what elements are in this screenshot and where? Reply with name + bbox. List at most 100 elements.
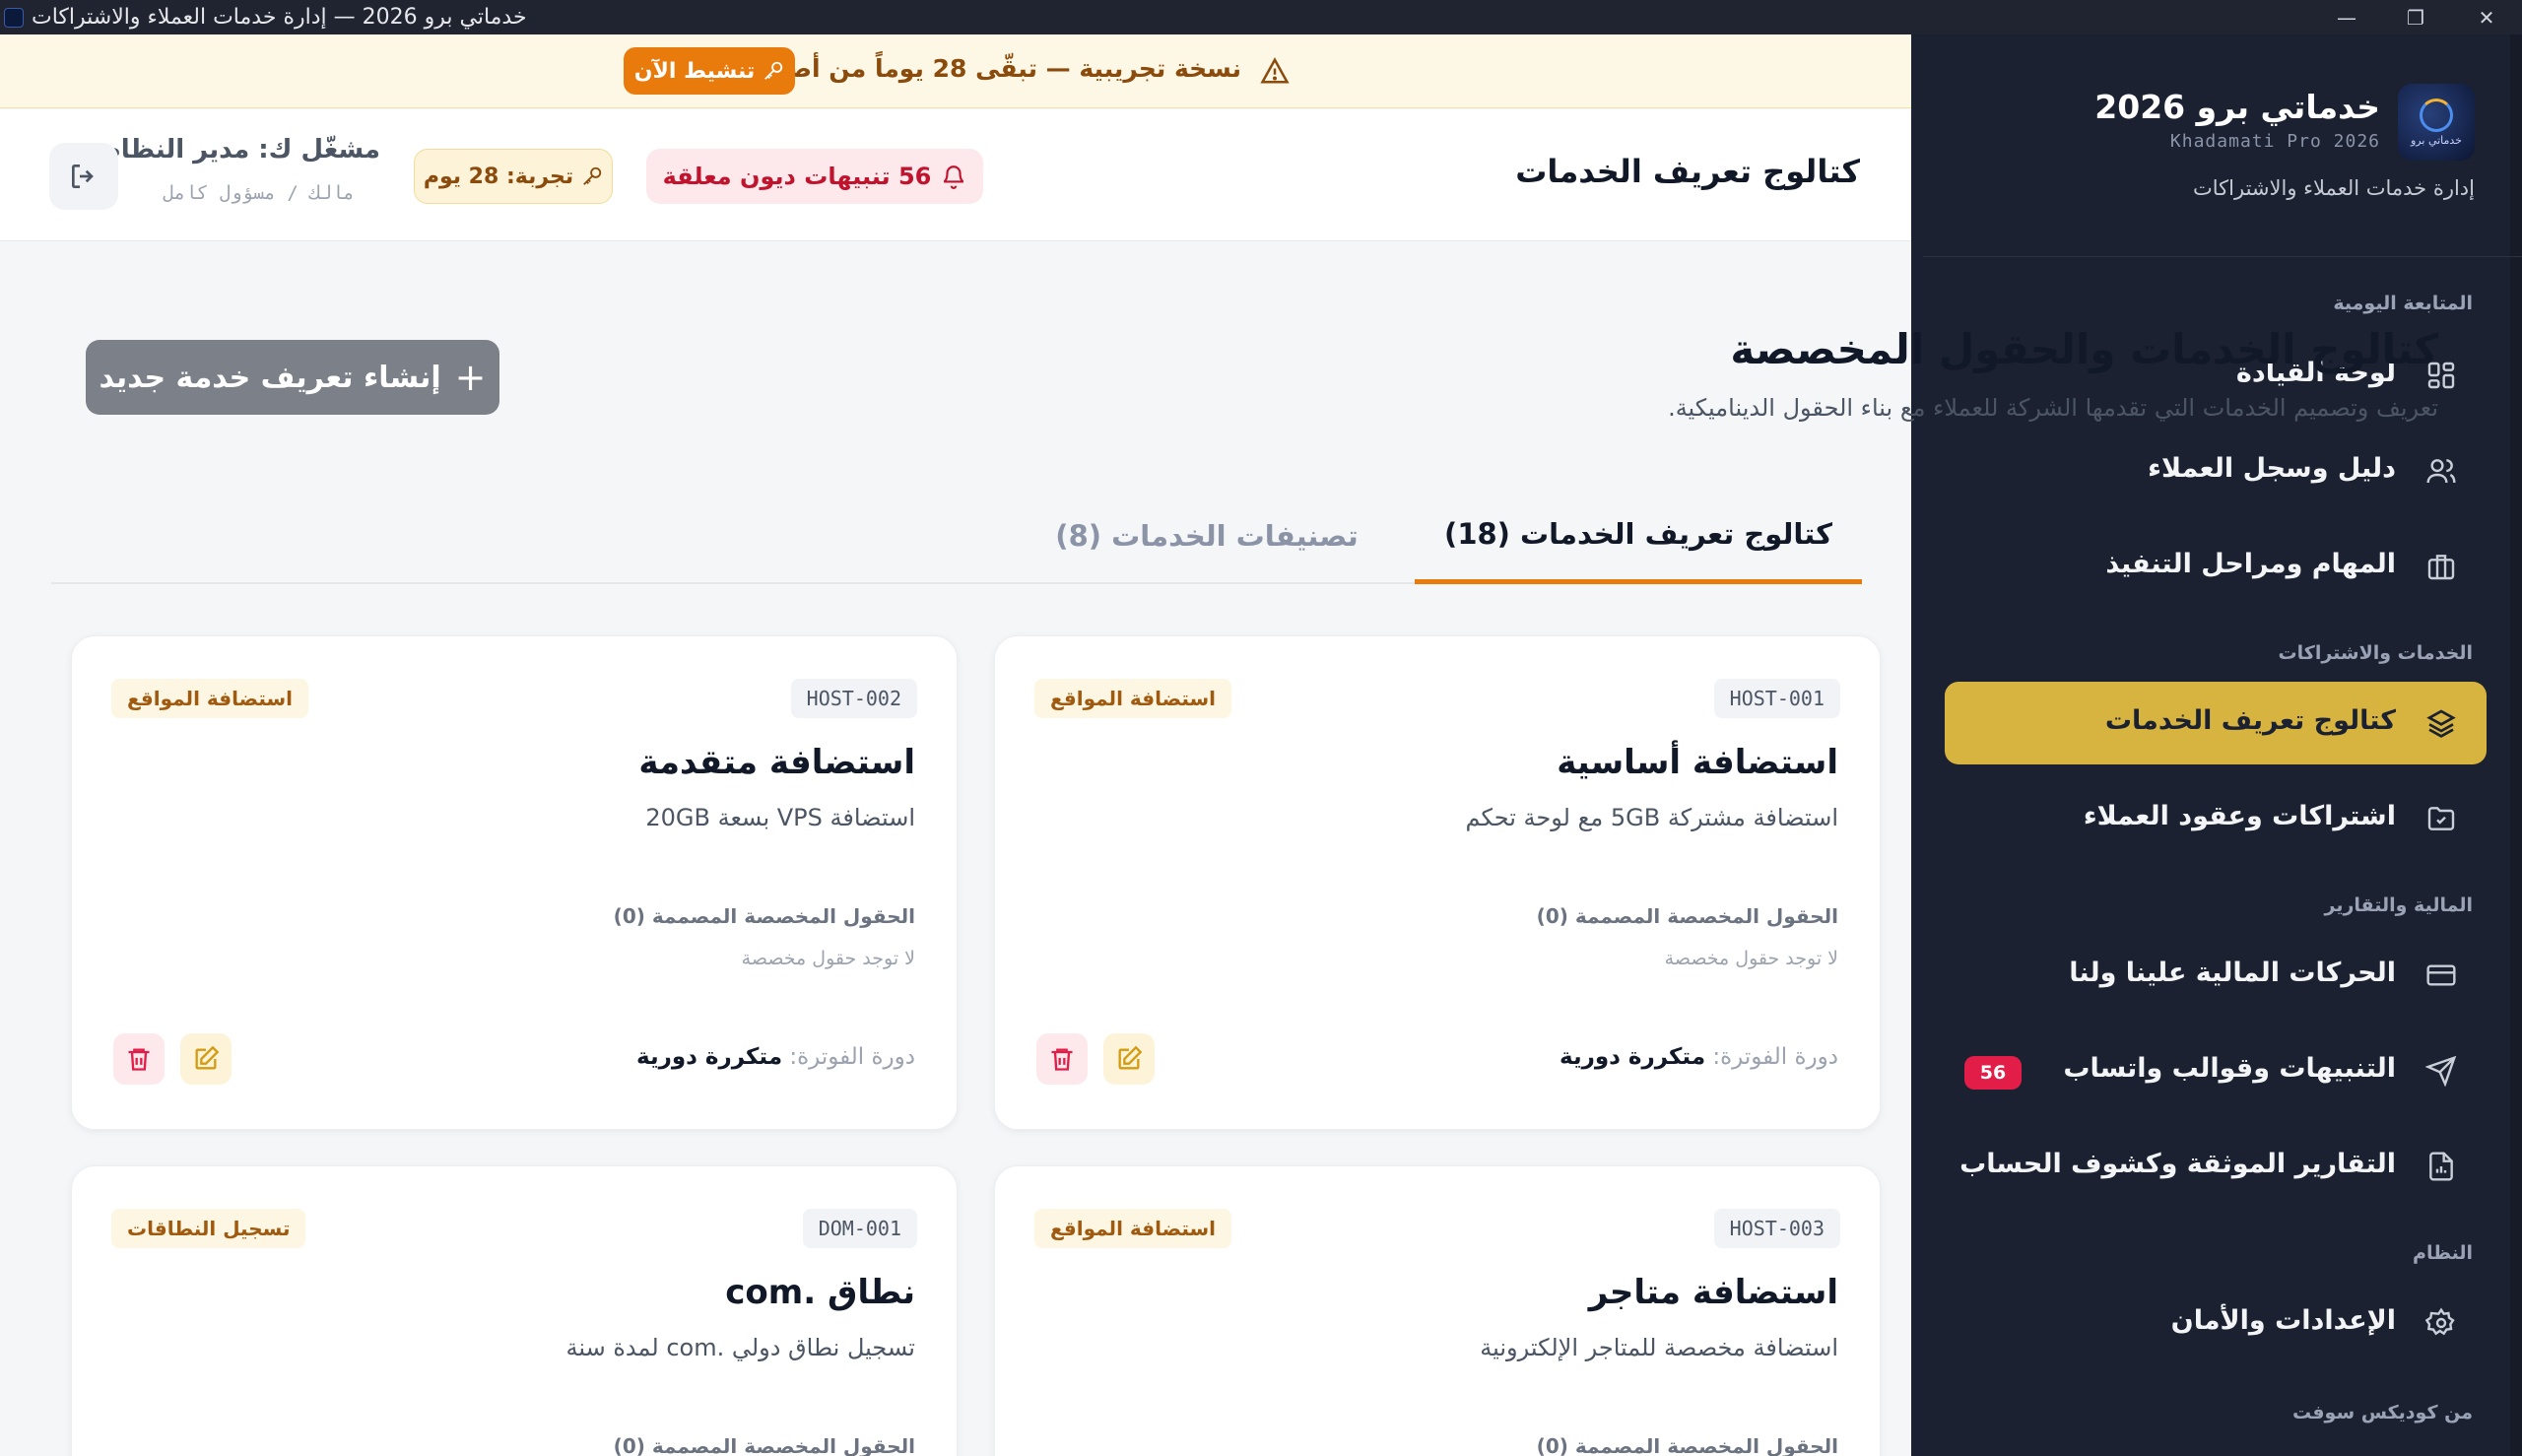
custom-fields-title: الحقول المخصصة المصممة (0)	[613, 904, 915, 928]
sidebar-item-reports[interactable]: التقارير الموثقة وكشوف الحساب	[1945, 1125, 2487, 1208]
service-category-badge: استضافة المواقع	[1034, 679, 1232, 718]
service-card: HOST-001 استضافة المواقع استضافة أساسية …	[994, 635, 1881, 1130]
delete-service-button[interactable]	[113, 1033, 165, 1085]
users-icon	[2426, 459, 2456, 484]
user-name: مشغّل ك: مدير النظام	[101, 135, 380, 165]
trial-banner: نسخة تجريبية — تبقّى 28 يوماً من أصل 30 …	[0, 34, 1911, 108]
service-code: HOST-001	[1713, 679, 1840, 718]
service-card: DOM-001 تسجيل النطاقات نطاق .com تسجيل ن…	[71, 1165, 958, 1456]
sidebar-scrollbar[interactable]	[2510, 34, 2522, 1456]
trial-message: نسخة تجريبية — تبقّى 28 يوماً من أصل 30	[723, 54, 1241, 83]
section-title-system: النظام	[2413, 1242, 2473, 1264]
sidebar-item-tasks[interactable]: المهام ومراحل التنفيذ	[1945, 525, 2487, 608]
maximize-button[interactable]: ❐	[2382, 0, 2449, 34]
window-title-bar: خدماتي برو 2026 — إدارة خدمات العملاء وا…	[0, 0, 2522, 34]
create-service-label: إنشاء تعريف خدمة جديد	[99, 360, 441, 395]
gear-icon	[2425, 1307, 2455, 1336]
sidebar-item-subscriptions[interactable]: اشتراكات وعقود العملاء	[1945, 777, 2487, 860]
brand-logo: خدماتي برو	[2398, 84, 2475, 161]
sidebar-item-alerts[interactable]: التنبيهات وقوالب واتساب 56	[1945, 1029, 2487, 1112]
edit-service-button[interactable]	[180, 1033, 232, 1085]
sidebar-item-transactions[interactable]: الحركات المالية علينا ولنا	[1945, 934, 2487, 1017]
service-description: تسجيل نطاق دولي .com لمدة سنة	[565, 1334, 915, 1361]
sidebar-item-label: الإعدادات والأمان	[2170, 1305, 2396, 1336]
window-title: خدماتي برو 2026 — إدارة خدمات العملاء وا…	[32, 5, 527, 30]
sidebar: خدماتي برو خدماتي برو 2026 Khadamati Pro…	[1911, 34, 2522, 1456]
service-category-badge: استضافة المواقع	[1034, 1209, 1232, 1248]
service-description: استضافة مخصصة للمتاجر الإلكترونية	[1480, 1334, 1838, 1361]
minimize-button[interactable]: —	[2313, 0, 2380, 34]
sidebar-item-service-catalog[interactable]: كتالوج تعريف الخدمات	[1945, 682, 2487, 764]
brand-latin-name: Khadamati Pro 2026	[2169, 131, 2380, 152]
trash-icon	[128, 1048, 150, 1071]
brand: خدماتي برو خدماتي برو 2026 Khadamati Pro…	[1943, 84, 2475, 202]
sidebar-item-customers[interactable]: دليل وسجل العملاء	[1945, 430, 2487, 512]
sidebar-item-label: كتالوج تعريف الخدمات	[2104, 705, 2396, 736]
billing-cycle: دورة الفوترة: متكررة دورية	[1560, 1044, 1838, 1070]
create-service-button[interactable]: + إنشاء تعريف خدمة جديد	[86, 340, 499, 415]
report-icon	[2429, 1152, 2453, 1181]
catalog-tabs: كتالوج تعريف الخدمات (18) تصنيفات الخدما…	[51, 488, 1862, 584]
service-description: استضافة VPS بسعة 20GB	[645, 804, 915, 831]
service-code: HOST-003	[1713, 1209, 1840, 1248]
brand-subtitle: إدارة خدمات العملاء والاشتراكات	[2193, 176, 2475, 200]
edit-icon	[195, 1045, 220, 1070]
service-code: HOST-002	[790, 679, 917, 718]
service-name: نطاق .com	[725, 1273, 915, 1312]
sidebar-item-label: اشتراكات وعقود العملاء	[2083, 801, 2396, 831]
plus-icon: +	[454, 356, 487, 399]
section-title-services: الخدمات والاشتراكات	[2278, 642, 2473, 664]
activate-button[interactable]: تنشيط الآن	[624, 47, 795, 95]
sidebar-item-label: الحركات المالية علينا ولنا	[2069, 958, 2396, 988]
debt-alerts-label: 56 تنبيهات ديون معلقة	[662, 163, 932, 190]
billing-cycle-key: دورة الفوترة:	[1712, 1044, 1838, 1070]
user-role: مالك / مسؤول كامل	[163, 182, 355, 204]
alerts-count-badge: 56	[1964, 1056, 2022, 1090]
tab-service-catalog[interactable]: كتالوج تعريف الخدمات (18)	[1415, 488, 1862, 584]
service-category-badge: تسجيل النطاقات	[111, 1209, 306, 1248]
delete-service-button[interactable]	[1036, 1033, 1088, 1085]
service-category-badge: استضافة المواقع	[111, 679, 309, 718]
billing-cycle-value: متكررة دورية	[1560, 1044, 1706, 1070]
edit-service-button[interactable]	[1103, 1033, 1155, 1085]
sidebar-divider	[1923, 256, 2522, 257]
section-title-daily: المتابعة اليومية	[2333, 293, 2473, 314]
tab-service-categories[interactable]: تصنيفات الخدمات (8)	[1044, 488, 1369, 584]
activate-label: تنشيط الآن	[633, 58, 756, 84]
logo-mark-icon	[2420, 98, 2453, 132]
edit-icon	[1118, 1045, 1143, 1070]
custom-fields-title: الحقول المخصصة المصممة (0)	[1536, 1434, 1838, 1456]
send-icon	[2425, 1055, 2457, 1087]
debt-alerts-pill[interactable]: 56 تنبيهات ديون معلقة	[646, 149, 983, 204]
trial-days-pill[interactable]: تجربة: 28 يوم	[414, 149, 613, 204]
logout-icon	[72, 165, 94, 188]
close-button[interactable]: ✕	[2453, 0, 2520, 34]
layers-icon	[2426, 709, 2456, 738]
logo-text: خدماتي برو	[2411, 133, 2462, 147]
custom-fields-empty: لا توجد حقول مخصصة	[741, 948, 915, 969]
catalog-description: تعريف وتصميم الخدمات التي تقدمها الشركة …	[1668, 394, 2438, 422]
custom-fields-title: الحقول المخصصة المصممة (0)	[1536, 904, 1838, 928]
warning-icon	[1260, 57, 1290, 84]
section-title-vendor: من كوديكس سوفت	[2292, 1402, 2473, 1423]
trash-icon	[1051, 1048, 1073, 1071]
brand-name: خدماتي برو 2026	[2094, 88, 2380, 126]
bell-icon	[944, 165, 964, 189]
sidebar-item-label: المهام ومراحل التنفيذ	[2105, 549, 2396, 579]
credit-card-icon	[2426, 964, 2456, 986]
catalog-heading: كتالوج الخدمات والحقول المخصصة	[1730, 325, 2438, 373]
billing-cycle: دورة الفوترة: متكررة دورية	[636, 1044, 915, 1070]
logout-button[interactable]	[49, 143, 118, 210]
service-card: HOST-002 استضافة المواقع استضافة متقدمة …	[71, 635, 958, 1130]
custom-fields-title: الحقول المخصصة المصممة (0)	[613, 1434, 915, 1456]
billing-cycle-value: متكررة دورية	[636, 1044, 783, 1070]
sidebar-item-label: دليل وسجل العملاء	[2148, 453, 2396, 484]
sidebar-item-settings[interactable]: الإعدادات والأمان	[1945, 1282, 2487, 1364]
custom-fields-empty: لا توجد حقول مخصصة	[1664, 948, 1838, 969]
page-title: كتالوج تعريف الخدمات	[1515, 153, 1860, 190]
service-name: استضافة متقدمة	[638, 743, 915, 782]
key-icon	[764, 61, 783, 80]
sidebar-item-label: التنبيهات وقوالب واتساب	[2063, 1053, 2396, 1084]
folder-check-icon	[2427, 807, 2455, 830]
trial-days-label: تجربة: 28 يوم	[423, 164, 574, 189]
